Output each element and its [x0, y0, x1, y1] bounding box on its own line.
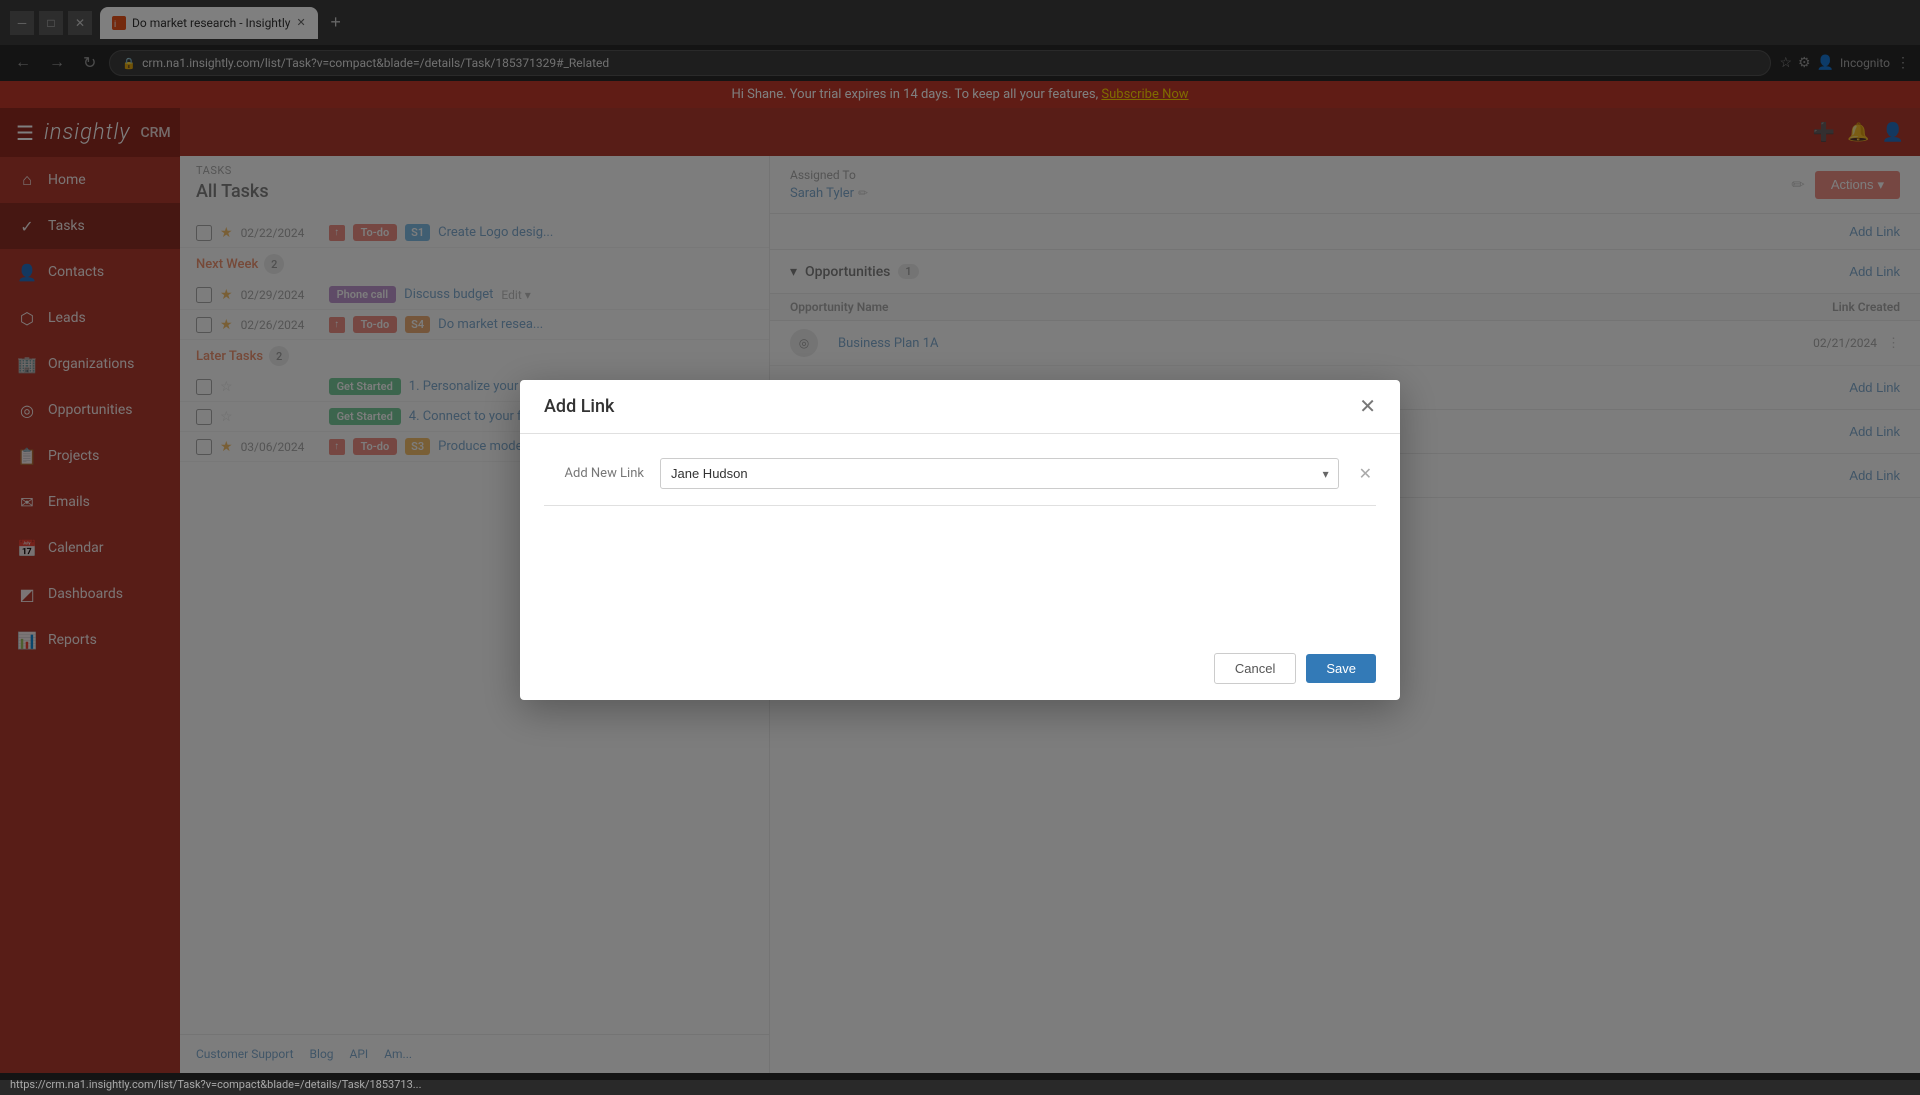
modal-divider [544, 505, 1376, 506]
link-select-wrapper: Jane Hudson ▾ [660, 458, 1339, 489]
link-select[interactable]: Jane Hudson [660, 458, 1339, 489]
modal-title: Add Link [544, 396, 614, 417]
modal-overlay[interactable]: Add Link ✕ Add New Link Jane Hudson ▾ ✕ … [0, 0, 1920, 1080]
cancel-button[interactable]: Cancel [1214, 653, 1296, 684]
add-new-link-label: Add New Link [544, 466, 644, 481]
add-link-modal: Add Link ✕ Add New Link Jane Hudson ▾ ✕ … [520, 380, 1400, 700]
modal-body: Add New Link Jane Hudson ▾ ✕ [520, 434, 1400, 637]
add-new-link-row: Add New Link Jane Hudson ▾ ✕ [544, 458, 1376, 489]
save-button[interactable]: Save [1306, 654, 1376, 683]
modal-close-button[interactable]: ✕ [1359, 397, 1376, 417]
clear-button[interactable]: ✕ [1355, 464, 1376, 484]
modal-header: Add Link ✕ [520, 380, 1400, 434]
modal-footer: Cancel Save [520, 637, 1400, 700]
